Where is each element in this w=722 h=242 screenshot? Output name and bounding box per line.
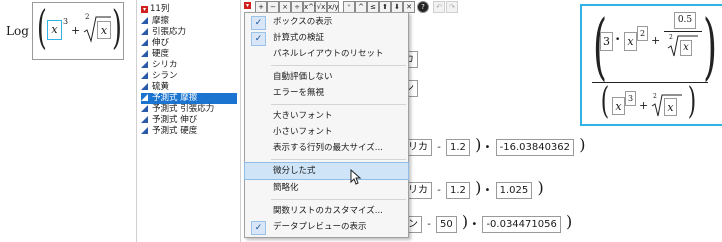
formula-toolbar: + − × ÷ x^y √x x/y ⁺ ^ ≤ ⬆ ⬇ ✕ ? ↶ ↷ bbox=[255, 0, 580, 13]
column-item[interactable]: 予測式 伸び bbox=[141, 115, 237, 126]
menu-item-ignore-errors[interactable]: エラーを無視 bbox=[245, 86, 408, 100]
menu-item-verify-formula[interactable]: ✓ 計算式の検証 bbox=[245, 31, 408, 46]
formula-term-row-1: シリカ - 1.2 ) • -16.03840362 ) bbox=[392, 135, 585, 156]
column-count-header[interactable]: ▾ 11列 bbox=[141, 2, 169, 14]
menu-separator bbox=[271, 199, 406, 200]
menu-item-show-boxes[interactable]: ✓ ボックスの表示 bbox=[245, 15, 408, 30]
redo-icon[interactable]: ↷ bbox=[446, 1, 458, 13]
red-triangle-icon[interactable]: ▾ bbox=[141, 6, 148, 13]
column-item[interactable]: 伸び bbox=[141, 38, 237, 49]
denominator-right-paren: ) bbox=[687, 81, 697, 122]
mouse-cursor-icon bbox=[350, 169, 362, 185]
root-argument-x[interactable]: x bbox=[680, 40, 692, 56]
help-icon[interactable]: ? bbox=[417, 1, 429, 13]
continuous-icon bbox=[141, 72, 148, 79]
undo-icon[interactable]: ↶ bbox=[433, 1, 445, 13]
continuous-icon bbox=[141, 94, 148, 101]
menu-item-customize-functions[interactable]: 関数リストのカスタマイズ... bbox=[245, 204, 408, 218]
column-item[interactable]: 引張応力 bbox=[141, 27, 237, 38]
x-variable[interactable]: x bbox=[47, 20, 62, 40]
menu-item-max-matrix-size[interactable]: 表示する行列の最大サイズ... bbox=[245, 141, 408, 155]
column-item[interactable]: 予測式 引張応力 bbox=[141, 104, 237, 115]
column-item[interactable]: 硬度 bbox=[141, 49, 237, 60]
menu-item-derivative[interactable]: 微分した式 bbox=[244, 162, 409, 180]
menu-separator bbox=[271, 104, 406, 105]
menu-separator bbox=[271, 159, 406, 160]
right-paren: ) bbox=[112, 0, 122, 54]
menu-item-simplify[interactable]: 簡略化 bbox=[245, 181, 408, 195]
editor-menu-triangle-icon[interactable]: ▾ bbox=[244, 2, 251, 9]
continuous-icon bbox=[141, 28, 148, 35]
plus-sign: + bbox=[71, 24, 81, 37]
coefficient-3[interactable]: 3 bbox=[600, 32, 613, 51]
menu-separator bbox=[271, 65, 406, 66]
multiply-dot: • bbox=[615, 35, 621, 45]
derivative-formula-panel: ( ) 3 • x 2 + 0.5 2 x ( x 3 + 2 x ) bbox=[580, 4, 722, 126]
column-item[interactable]: 予測式 硬度 bbox=[141, 126, 237, 137]
left-paren: ( bbox=[37, 0, 47, 54]
continuous-icon bbox=[141, 116, 148, 123]
checkmark-icon: ✓ bbox=[251, 221, 266, 235]
checkmark-icon: ✓ bbox=[251, 32, 266, 46]
denominator-exponent-3[interactable]: 3 bbox=[625, 91, 636, 106]
outer-right-paren: ) bbox=[703, 4, 718, 88]
column-item-selected[interactable]: 予測式 摩擦 bbox=[141, 93, 237, 104]
left-formula-panel: Log ( x 3 + 2 x ) bbox=[0, 0, 126, 62]
exponent-3: 3 bbox=[63, 17, 69, 26]
plus-sign: + bbox=[651, 34, 661, 47]
denominator-x[interactable]: x bbox=[612, 97, 625, 115]
continuous-icon bbox=[141, 61, 148, 68]
continuous-icon bbox=[141, 50, 148, 57]
inner-fraction-bar bbox=[664, 31, 702, 32]
formula-term-row-2: シリカ - 1.2 ) • 1.025 ) bbox=[392, 178, 544, 199]
denominator-root-argument-x[interactable]: x bbox=[664, 98, 677, 116]
menu-item-reset-layout[interactable]: パネルレイアウトのリセット bbox=[245, 47, 408, 61]
continuous-icon bbox=[141, 39, 148, 46]
column-item[interactable]: 摩擦 bbox=[141, 16, 237, 27]
column-item[interactable]: 硫黄 bbox=[141, 82, 237, 93]
exponent-2[interactable]: 2 bbox=[637, 26, 648, 41]
menu-item-no-auto-eval[interactable]: 自動評価しない bbox=[245, 70, 408, 84]
continuous-icon bbox=[141, 127, 148, 134]
log-function: Log bbox=[6, 24, 29, 38]
context-menu: ✓ ボックスの表示 ✓ 計算式の検証 パネルレイアウトのリセット 自動評価しない エ… bbox=[244, 12, 409, 238]
fraction-numerator[interactable]: 0.5 bbox=[674, 12, 696, 29]
checkmark-icon: ✓ bbox=[251, 16, 266, 30]
continuous-icon bbox=[141, 17, 148, 24]
continuous-icon bbox=[141, 105, 148, 112]
root-argument-x[interactable]: x bbox=[97, 21, 111, 39]
menu-item-larger-font[interactable]: 大きいフォント bbox=[245, 109, 408, 123]
column-count-label: 11列 bbox=[150, 4, 170, 14]
denominator-left-paren: ( bbox=[600, 81, 610, 122]
column-item[interactable]: シリカ bbox=[141, 60, 237, 71]
denominator-plus: + bbox=[639, 99, 649, 112]
column-item[interactable]: シラン bbox=[141, 71, 237, 82]
continuous-icon bbox=[141, 83, 148, 90]
formula-term-row-3: ラン - 50 ) • -0.034471056 ) bbox=[392, 212, 572, 233]
menu-item-show-data-preview[interactable]: ✓ データプレビューの表示 bbox=[245, 220, 408, 235]
x-variable[interactable]: x bbox=[624, 32, 637, 51]
column-list-panel: ▾ 11列 摩擦 引張応力 伸び 硬度 シリカ シラン 硫黄 予測式 摩擦 予測式… bbox=[136, 0, 241, 242]
menu-item-smaller-font[interactable]: 小さいフォント bbox=[245, 125, 408, 139]
